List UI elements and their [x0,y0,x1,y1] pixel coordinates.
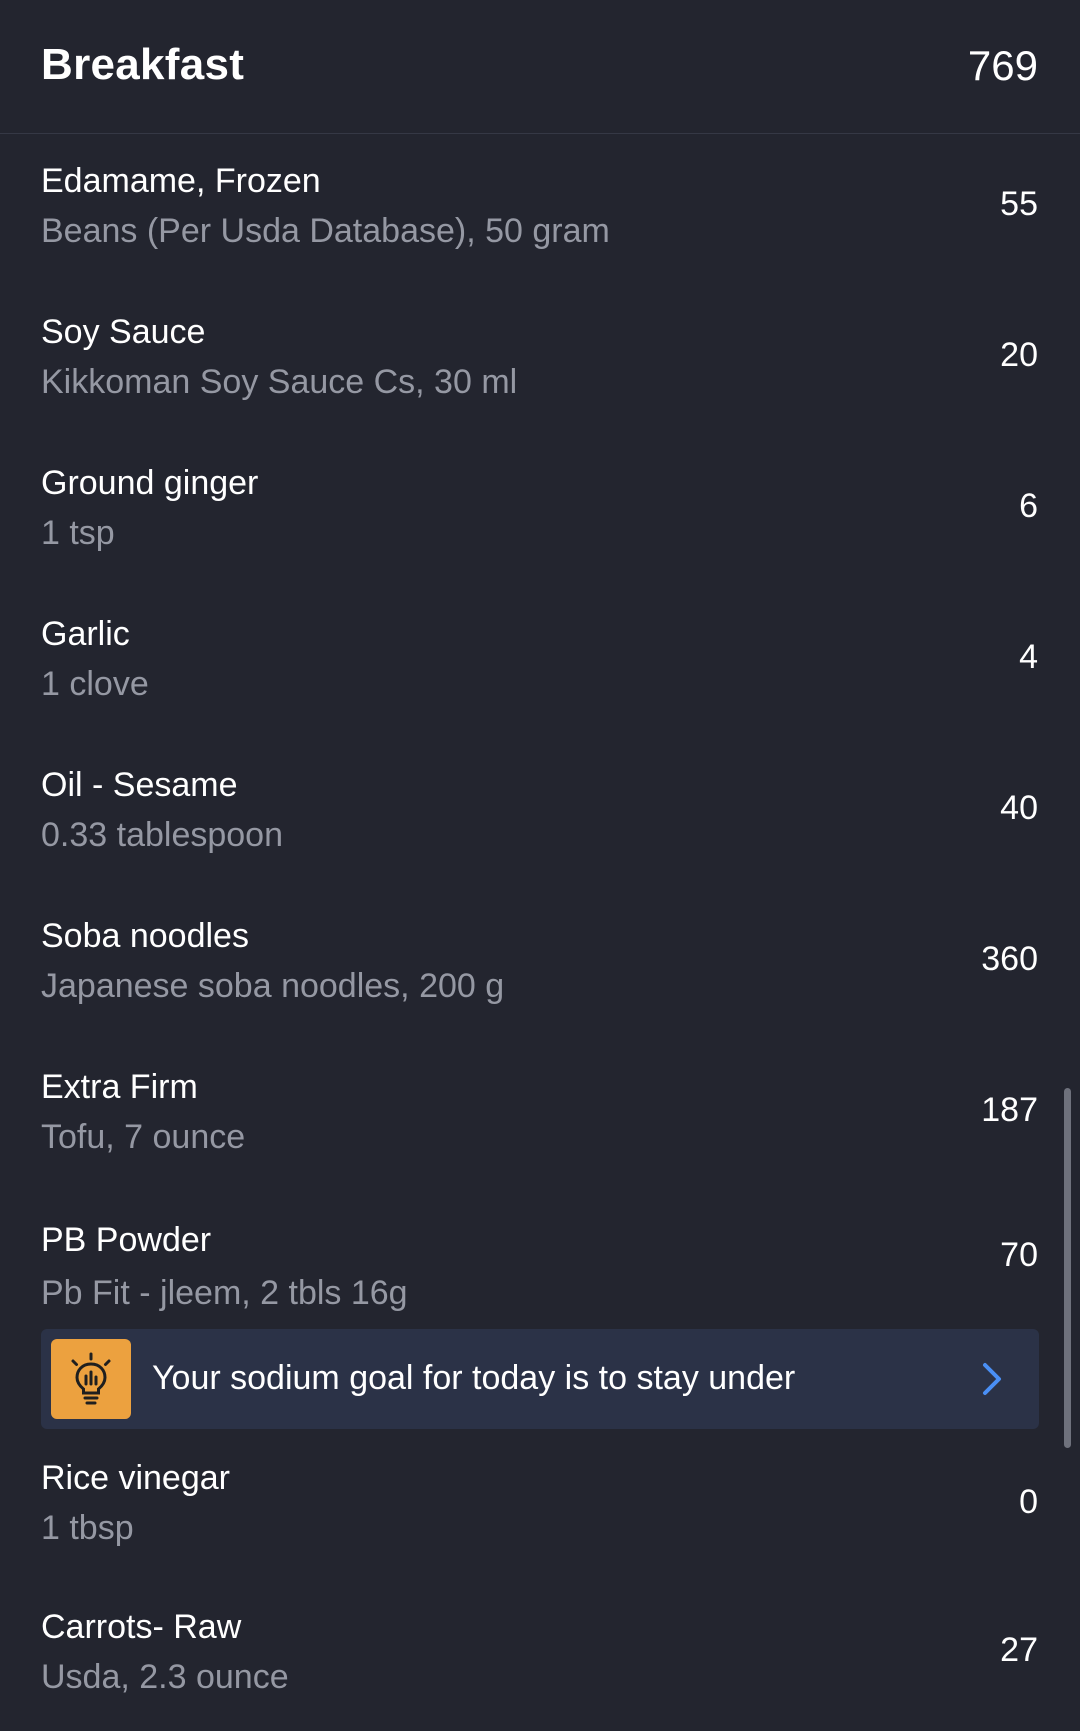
food-name: Soba noodles [41,917,249,955]
lightbulb-icon [51,1339,131,1419]
food-entry[interactable]: Soy Sauce Kikkoman Soy Sauce Cs, 30 ml 2… [0,285,1080,436]
food-description: Kikkoman Soy Sauce Cs, 30 ml [41,363,518,401]
food-entry[interactable]: Carrots- Raw Usda, 2.3 ounce 27 [0,1580,1080,1731]
food-calories: 360 [981,940,1038,978]
food-entry[interactable]: Edamame, Frozen Beans (Per Usda Database… [0,134,1080,285]
food-calories: 55 [1000,185,1038,223]
food-calories: 187 [981,1091,1038,1129]
food-entry[interactable]: Ground ginger 1 tsp 6 [0,436,1080,587]
food-calories: 0 [1019,1483,1038,1521]
scrollbar[interactable] [1064,1088,1071,1448]
food-entry[interactable]: Oil - Sesame 0.33 tablespoon 40 [0,738,1080,889]
meal-total-calories: 769 [967,42,1038,89]
food-name: Extra Firm [41,1068,198,1106]
meal-header: Breakfast 769 [0,0,1080,134]
food-description: Pb Fit - jleem, 2 tbls 16g [41,1274,408,1312]
sodium-tip-banner[interactable]: Your sodium goal for today is to stay un… [41,1329,1039,1429]
food-name: Oil - Sesame [41,766,238,804]
food-name: Soy Sauce [41,313,206,351]
sodium-tip-text: Your sodium goal for today is to stay un… [152,1359,796,1397]
food-entry[interactable]: Garlic 1 clove 4 [0,587,1080,738]
food-name: PB Powder [41,1221,212,1259]
food-name: Edamame, Frozen [41,162,321,200]
food-entry[interactable]: Rice vinegar 1 tbsp 0 [0,1429,1080,1580]
food-calories: 27 [1000,1631,1038,1669]
food-description: 1 tsp [41,514,115,552]
food-entry[interactable]: Extra Firm Tofu, 7 ounce 187 [0,1040,1080,1191]
meal-title: Breakfast [41,40,245,89]
food-calories: 20 [1000,336,1038,374]
food-name: Rice vinegar [41,1459,230,1497]
food-name: Garlic [41,615,130,653]
food-calories: 6 [1019,487,1038,525]
food-description: Usda, 2.3 ounce [41,1658,289,1696]
chevron-right-icon [981,1361,1003,1402]
food-entry[interactable]: PB Powder Pb Fit - jleem, 2 tbls 16g 70 [0,1193,1080,1329]
food-description: Beans (Per Usda Database), 50 gram [41,212,610,250]
food-description: 1 tbsp [41,1509,134,1547]
food-description: Tofu, 7 ounce [41,1118,246,1156]
food-description: 1 clove [41,665,149,703]
food-name: Ground ginger [41,464,259,502]
food-description: 0.33 tablespoon [41,816,283,854]
food-entry[interactable]: Soba noodles Japanese soba noodles, 200 … [0,889,1080,1040]
food-description: Japanese soba noodles, 200 g [41,967,505,1005]
food-calories: 40 [1000,789,1038,827]
food-calories: 4 [1019,638,1038,676]
food-calories: 70 [1000,1236,1038,1274]
food-name: Carrots- Raw [41,1608,242,1646]
